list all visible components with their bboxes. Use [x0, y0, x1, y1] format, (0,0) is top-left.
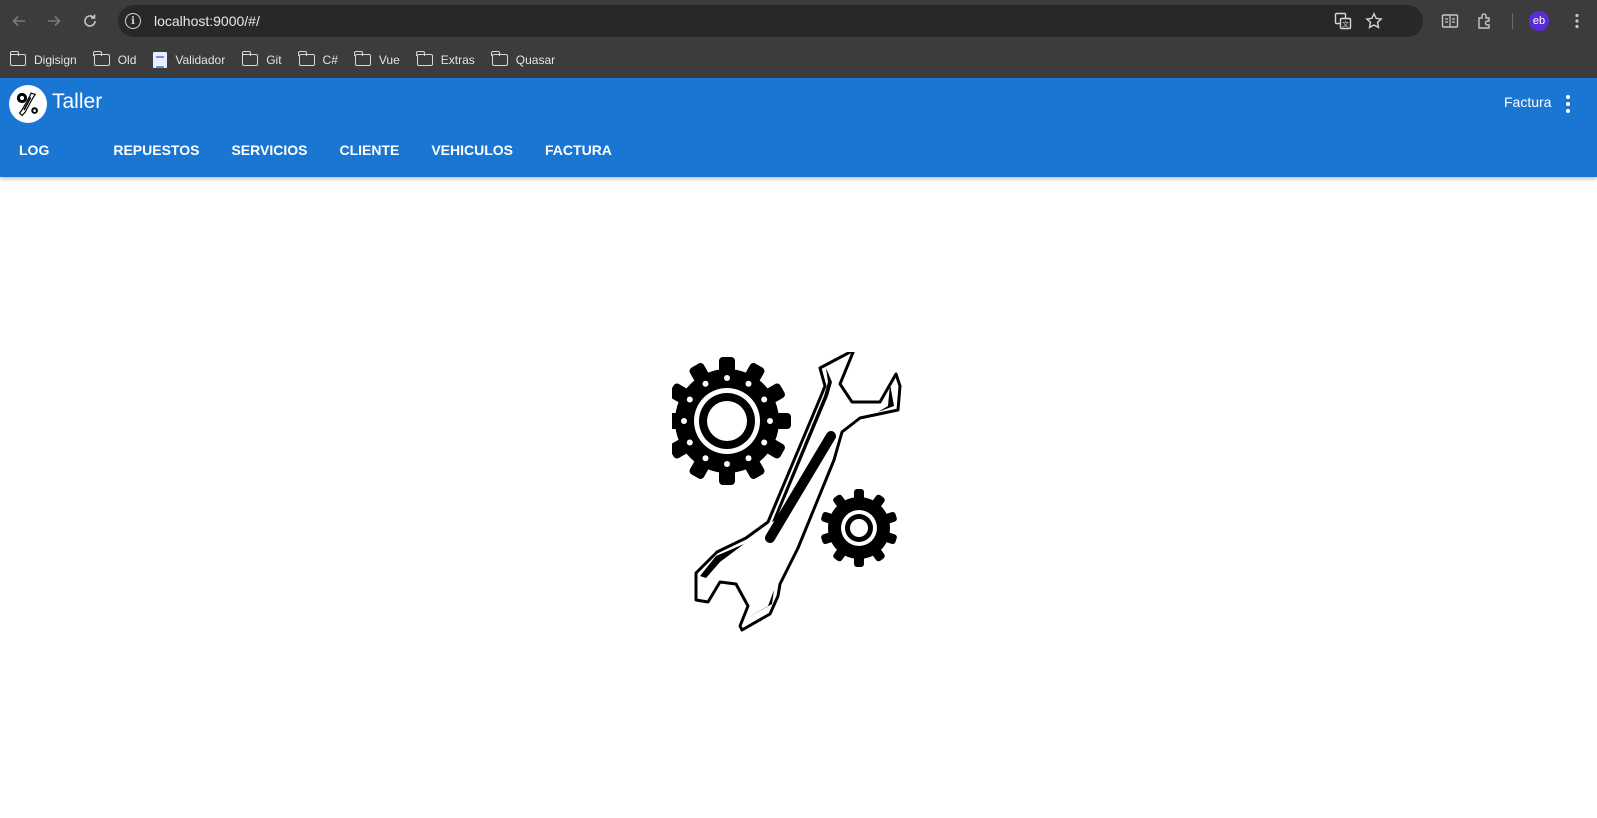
site-info-icon[interactable]: i	[125, 13, 141, 29]
folder-icon	[241, 51, 259, 66]
app-header: Taller Factura LOG REPUESTOS SERVICIOS C…	[0, 78, 1597, 177]
folder-icon	[298, 51, 315, 66]
browser-menu-icon[interactable]	[1567, 11, 1587, 31]
tools-icon	[16, 92, 38, 117]
address-bar[interactable]: i localhost:9000/#/ 文	[118, 5, 1423, 37]
profile-avatar[interactable]: eb	[1529, 11, 1549, 31]
gears-wrench-icon	[672, 348, 902, 632]
folder-icon	[9, 51, 26, 66]
reload-button[interactable]	[76, 7, 104, 35]
hero-illustration	[672, 348, 922, 642]
tab-log[interactable]: LOG	[0, 128, 68, 171]
app-title: Taller	[52, 90, 103, 113]
tab-repuestos[interactable]: REPUESTOS	[97, 128, 215, 171]
app-logo[interactable]	[9, 85, 47, 123]
folder-icon	[354, 51, 371, 66]
header-section-label: Factura	[1504, 94, 1552, 110]
reload-icon	[84, 14, 96, 27]
arrow-right-icon	[48, 15, 61, 27]
main-tabs: LOG REPUESTOS SERVICIOS CLIENTE VEHICULO…	[0, 128, 628, 171]
back-button[interactable]	[5, 7, 33, 35]
svg-text:文: 文	[1342, 20, 1349, 29]
bookmark-digisign[interactable]: Digisign	[9, 51, 77, 67]
extensions-icon[interactable]	[1475, 11, 1495, 31]
bookmark-old[interactable]: Old	[93, 51, 136, 67]
browser-toolbar: i localhost:9000/#/ 文 eb	[0, 0, 1597, 42]
bookmark-validador[interactable]: Validador	[153, 52, 225, 68]
arrow-left-icon	[12, 15, 25, 27]
url-text[interactable]: localhost:9000/#/	[154, 13, 260, 29]
folder-icon	[93, 51, 110, 66]
tab-cliente[interactable]: CLIENTE	[323, 128, 415, 171]
bookmark-star-icon[interactable]	[1364, 11, 1384, 31]
tab-factura[interactable]: FACTURA	[529, 128, 628, 171]
bookmarks-bar: Digisign Old Validador Git C# Vue Extras…	[0, 42, 1597, 78]
more-vert-icon[interactable]	[1558, 93, 1578, 115]
reading-mode-icon[interactable]	[1440, 11, 1460, 31]
toolbar-separator	[1512, 13, 1513, 29]
folder-icon	[491, 51, 508, 66]
translate-icon[interactable]: 文	[1333, 11, 1353, 31]
folder-icon	[416, 51, 433, 66]
forward-button[interactable]	[40, 7, 68, 35]
bookmark-extras[interactable]: Extras	[416, 51, 475, 67]
bookmark-vue[interactable]: Vue	[354, 51, 400, 67]
tab-vehiculos[interactable]: VEHICULOS	[415, 128, 529, 171]
tab-servicios[interactable]: SERVICIOS	[215, 128, 323, 171]
bookmark-csharp[interactable]: C#	[298, 51, 338, 67]
bookmark-quasar[interactable]: Quasar	[491, 51, 555, 67]
bookmark-git[interactable]: Git	[241, 51, 282, 67]
document-icon	[153, 52, 168, 68]
